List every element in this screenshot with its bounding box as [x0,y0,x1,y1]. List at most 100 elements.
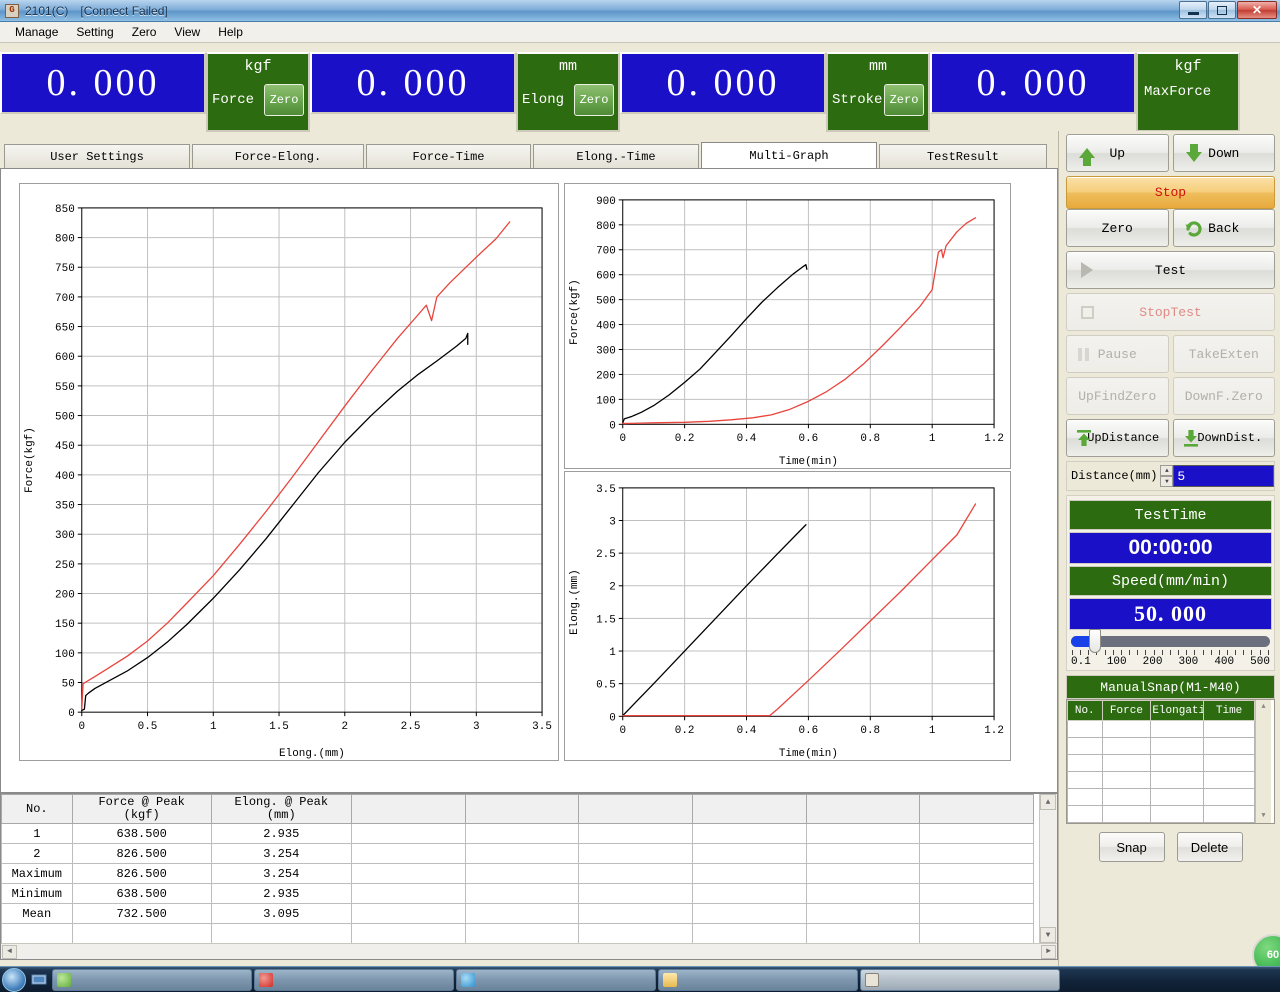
delete-button[interactable]: Delete [1176,832,1243,862]
stepper-down-icon[interactable]: ▼ [1160,476,1174,487]
svg-text:700: 700 [596,246,616,258]
results-cell [691,903,807,925]
svg-text:0: 0 [609,712,616,724]
stop-button[interactable]: Stop [1066,176,1275,209]
snap-row[interactable] [1067,788,1255,806]
slider-label-3: 300 [1178,656,1199,668]
results-cell [691,923,807,943]
snap-row[interactable] [1067,720,1255,738]
snap-row[interactable] [1067,754,1255,772]
close-icon[interactable]: ✕ [1237,1,1277,19]
table-row[interactable] [1,923,1034,943]
restore-icon[interactable] [1208,1,1236,19]
scroll-up-icon[interactable]: ▲ [1040,794,1056,810]
svg-text:0.2: 0.2 [675,725,695,737]
zero-back-row: Zero Back [1066,209,1275,247]
snap-row[interactable] [1067,771,1255,789]
results-cell [919,923,1034,943]
svg-text:1: 1 [929,725,936,737]
snap-button[interactable]: Snap [1098,832,1165,862]
taskbar-item-1[interactable] [52,968,252,991]
taskbar-item-4[interactable] [658,968,858,991]
slider-track[interactable] [1071,629,1270,653]
start-button-icon[interactable] [2,967,26,992]
snap-scroll-up-icon[interactable]: ▲ [1256,700,1271,714]
svg-text:800: 800 [596,221,616,233]
tab-test-result[interactable]: TestResult [879,144,1047,168]
stroke-unit: mm [868,58,887,75]
slider-label-0: 0.1 [1071,656,1091,668]
tab-force-elong[interactable]: Force-Elong. [192,144,364,168]
svg-text:300: 300 [55,530,75,542]
speed-slider[interactable]: 0.1 100 200 300 400 500 [1069,629,1272,668]
svg-text:1.5: 1.5 [596,614,616,626]
table-row[interactable]: Maximum 826.500 3.254 [1,863,1034,885]
explorer-quicklaunch-icon[interactable] [28,970,50,990]
down-to-line-icon [1180,427,1202,449]
stepper-up-icon[interactable]: ▲ [1160,465,1174,476]
slider-knob[interactable] [1089,629,1101,653]
down-distance-button[interactable]: DownDist. [1172,419,1275,457]
force-zero-button[interactable]: Zero [264,84,304,116]
taskbar-icon-1 [57,972,71,987]
taskbar-item-active[interactable] [860,968,1060,991]
snap-cell [1067,771,1103,789]
back-button[interactable]: Back [1172,209,1275,247]
tab-force-time[interactable]: Force-Time [366,144,531,168]
svg-text:250: 250 [55,560,75,572]
tab-elong-time[interactable]: Elong.-Time [533,144,699,168]
table-row[interactable]: Mean 732.500 3.095 [1,903,1034,925]
snap-row[interactable] [1067,805,1255,823]
stroke-label-block: mm Stroke Zero [826,52,930,132]
results-cell: 638.500 [71,823,212,845]
menu-item-setting[interactable]: Setting [67,23,122,41]
snap-vertical-scrollbar[interactable]: ▲ ▼ [1255,700,1271,823]
svg-text:0.6: 0.6 [799,725,819,737]
results-vertical-scrollbar[interactable]: ▲ ▼ [1039,794,1057,943]
elong-zero-button[interactable]: Zero [574,84,614,116]
taskbar-item-3[interactable] [456,968,656,991]
svg-text:300: 300 [596,345,616,357]
menu-bar: Manage Setting Zero View Help [0,22,1280,43]
snap-row[interactable] [1067,737,1255,755]
results-horizontal-scrollbar[interactable]: ◄ ► [1,943,1057,959]
maxforce-value: 0. 000 [930,52,1136,114]
menu-item-zero[interactable]: Zero [123,23,166,41]
distance-stepper[interactable]: ▲ ▼ [1160,465,1174,487]
tab-user-settings[interactable]: User Settings [4,144,190,168]
tab-multi-graph[interactable]: Multi-Graph [701,142,877,168]
zero-button[interactable]: Zero [1066,209,1169,247]
slider-label-4: 400 [1214,656,1235,668]
table-row[interactable]: 2 826.500 3.254 [1,843,1034,865]
scroll-down-icon[interactable]: ▼ [1040,927,1056,943]
taskbar-item-2[interactable] [254,968,454,991]
snap-cell [1203,805,1255,823]
table-row[interactable]: 1 638.500 2.935 [1,823,1034,845]
scroll-left-icon[interactable]: ◄ [2,944,17,959]
results-cell [350,903,466,925]
svg-text:2.5: 2.5 [596,549,616,561]
menu-item-help[interactable]: Help [209,23,252,41]
svg-text:150: 150 [55,619,75,631]
svg-text:1: 1 [929,433,936,445]
results-cell [919,843,1034,865]
test-button[interactable]: Test [1066,251,1275,289]
svg-text:3: 3 [473,721,480,733]
results-cell [464,823,580,845]
up-button[interactable]: Up [1066,134,1169,172]
snap-cell [1101,788,1152,806]
distance-input[interactable]: 5 [1173,465,1274,487]
up-distance-button[interactable]: UpDistance [1066,419,1169,457]
scroll-right-icon[interactable]: ► [1041,944,1056,959]
minimize-icon[interactable] [1179,1,1207,19]
stroke-zero-button[interactable]: Zero [884,84,924,116]
down-button[interactable]: Down [1172,134,1275,172]
svg-text:450: 450 [55,441,75,453]
results-column-header [691,794,807,825]
menu-item-manage[interactable]: Manage [6,23,67,41]
menu-item-view[interactable]: View [165,23,209,41]
snap-scroll-down-icon[interactable]: ▼ [1256,809,1271,823]
table-row[interactable]: Minimum 638.500 2.935 [1,883,1034,905]
svg-text:3.5: 3.5 [532,721,552,733]
svg-text:0.8: 0.8 [860,725,880,737]
